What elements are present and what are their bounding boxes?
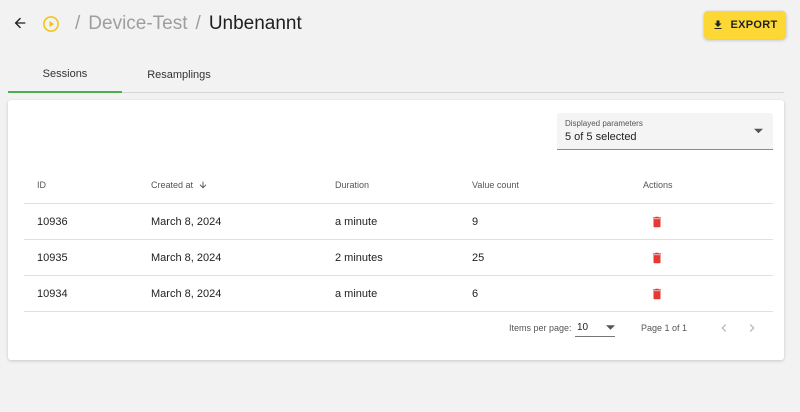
items-per-page-value: 10 [577,322,589,333]
back-button[interactable] [10,13,30,33]
page-range-label: Page 1 of 1 [641,323,688,333]
chevron-right-icon [749,324,755,332]
caret-down-icon [754,128,763,134]
column-header-actions: Actions [643,179,673,190]
cell-value-count: 25 [472,251,485,264]
delete-button[interactable] [650,204,664,239]
delete-button[interactable] [650,276,664,311]
play-circle-icon [42,15,60,33]
paginator: Items per page: 10 Page 1 of 1 [8,312,784,344]
trash-icon [652,216,662,227]
export-button-label: EXPORT [730,19,778,31]
column-header-value-count[interactable]: Value count [472,166,519,203]
cell-id: 10935 [37,251,68,264]
cell-value-count: 9 [472,215,479,228]
cell-duration: a minute [335,287,378,300]
table-header-row: ID Created at Duration Value count Actio… [24,166,773,204]
arrow-left-icon [14,17,26,29]
tab-label: Sessions [42,68,88,80]
column-header-duration[interactable]: Duration [335,166,369,203]
table-row[interactable]: 10935 March 8, 2024 2 minutes 25 [24,240,773,276]
cell-created-at: March 8, 2024 [151,251,222,264]
column-header-created-at[interactable]: Created at [151,166,208,203]
tab-resamplings[interactable]: Resamplings [122,57,236,93]
caret-down-icon [606,325,615,330]
tab-label: Resamplings [147,69,211,81]
page-header: / Device-Test / Unbenannt EXPORT [0,0,800,50]
cell-value-count: 6 [472,287,479,300]
displayed-parameters-select[interactable]: Displayed parameters 5 of 5 selected [557,113,773,150]
page-title: Unbenannt [208,13,302,34]
trash-icon [652,288,662,299]
tab-bar: Sessions Resamplings [8,57,784,93]
column-header-id[interactable]: ID [37,166,46,203]
chevron-left-icon [721,324,727,332]
select-label: Displayed parameters [565,119,643,128]
export-button[interactable]: EXPORT [704,11,786,39]
table-row[interactable]: 10934 March 8, 2024 a minute 6 [24,276,773,312]
select-value: 5 of 5 selected [565,131,637,143]
tab-sessions[interactable]: Sessions [8,57,122,93]
breadcrumb-device-link[interactable]: Device-Test [88,13,187,35]
items-per-page-select[interactable]: 10 [575,319,615,337]
delete-button[interactable] [650,240,664,275]
cell-duration: 2 minutes [335,251,383,264]
sessions-table: ID Created at Duration Value count Actio… [24,166,773,312]
breadcrumb: / Device-Test / Unbenannt [42,11,302,37]
cell-created-at: March 8, 2024 [151,287,222,300]
column-header-label: Created at [151,179,194,190]
arrow-down-icon [198,180,208,190]
items-per-page-label: Items per page: [509,323,572,333]
cell-id: 10934 [37,287,68,300]
sessions-card: Displayed parameters 5 of 5 selected ID … [8,100,784,360]
previous-page-button[interactable] [716,320,732,338]
breadcrumb-separator: / [195,13,201,34]
cell-id: 10936 [37,215,68,228]
trash-icon [652,252,662,263]
cell-created-at: March 8, 2024 [151,215,222,228]
next-page-button[interactable] [744,320,760,338]
download-icon [714,20,722,29]
cell-duration: a minute [335,215,378,228]
table-row[interactable]: 10936 March 8, 2024 a minute 9 [24,204,773,240]
breadcrumb-separator: / [75,13,81,34]
